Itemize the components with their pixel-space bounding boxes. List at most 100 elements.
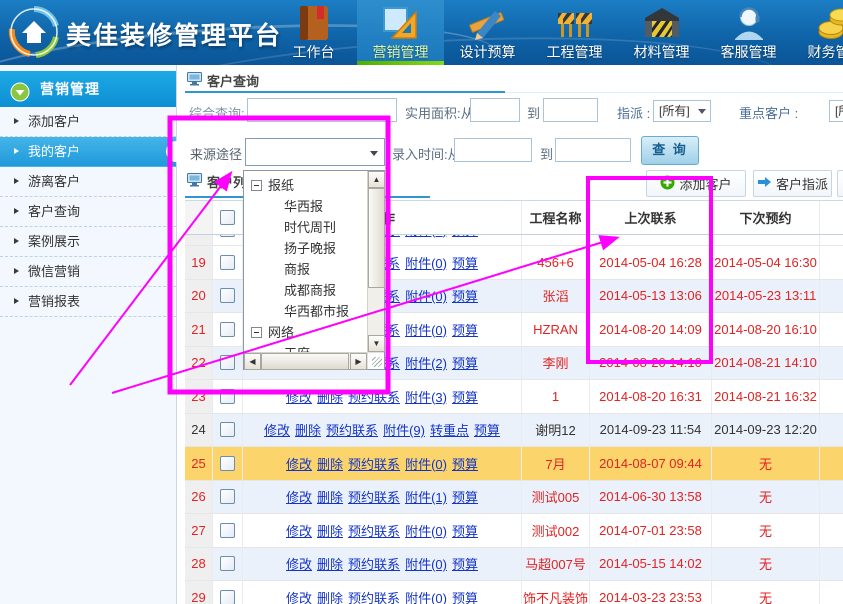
op-link-修改[interactable]: 修改	[286, 487, 312, 506]
row-checkbox[interactable]	[220, 556, 235, 571]
tree-group-网络[interactable]: 网络	[244, 322, 367, 343]
search-button[interactable]: 查 询	[641, 136, 699, 165]
sidebar-item-微信营销[interactable]: 微信营销	[0, 257, 176, 287]
add-customer-button[interactable]: 添加客户	[646, 170, 746, 197]
op-link-预算[interactable]: 预算	[452, 286, 478, 305]
op-link-预约联系[interactable]: 预约联系	[348, 588, 400, 604]
scroll-left-button[interactable]: ◀	[244, 353, 261, 370]
scroll-right-button[interactable]: ▶	[350, 353, 367, 370]
tree-item-华西报[interactable]: 华西报	[244, 196, 367, 217]
row-checkbox[interactable]	[220, 456, 235, 471]
op-link-附件(0)[interactable]: 附件(0)	[405, 253, 447, 272]
sidebar-item-案例展示[interactable]: 案例展示	[0, 227, 176, 257]
time-from-input[interactable]	[454, 138, 532, 162]
area-to-input[interactable]	[543, 98, 598, 122]
op-link-删除[interactable]: 删除	[317, 387, 343, 406]
tree-item-时代周刊[interactable]: 时代周刊	[244, 217, 367, 238]
nav-tab-材料管理[interactable]: 材料管理	[618, 0, 705, 65]
op-link-附件(2)[interactable]: 附件(2)	[405, 353, 447, 372]
op-link-预约联系[interactable]: 预约联系	[348, 554, 400, 573]
tree-item-成都商报[interactable]: 成都商报	[244, 280, 367, 301]
collapse-minus-icon[interactable]	[251, 180, 262, 191]
op-link-删除[interactable]: 删除	[317, 521, 343, 540]
vip-select[interactable]: [所有]	[829, 100, 843, 122]
op-link-预算[interactable]: 预算	[452, 454, 478, 473]
row-checkbox[interactable]	[220, 590, 235, 604]
sidebar-section-header[interactable]: 营销管理	[0, 71, 176, 107]
op-link-预算[interactable]: 预算	[452, 353, 478, 372]
nav-tab-工作台[interactable]: 工作台	[270, 0, 357, 65]
vertical-scrollbar[interactable]: ▲ ▼	[367, 171, 384, 352]
area-from-input[interactable]	[470, 98, 520, 122]
op-link-附件(0)[interactable]: 附件(0)	[405, 588, 447, 604]
nav-tab-营销管理[interactable]: 营销管理	[357, 0, 444, 65]
op-link-附件(0)[interactable]: 附件(0)	[405, 454, 447, 473]
op-link-删除[interactable]: 删除	[317, 588, 343, 604]
op-link-附件(0)[interactable]: 附件(0)	[405, 320, 447, 339]
vertical-scroll-thumb[interactable]	[368, 188, 385, 288]
row-checkbox[interactable]	[220, 523, 235, 538]
nav-tab-客服管理[interactable]: 客服管理	[705, 0, 792, 65]
row-checkbox[interactable]	[220, 235, 235, 237]
op-link-修改[interactable]: 修改	[286, 588, 312, 604]
op-link-删除[interactable]: 删除	[317, 554, 343, 573]
sidebar-item-客户查询[interactable]: 客户查询	[0, 197, 176, 227]
clipped-button[interactable]	[837, 170, 843, 197]
comprehensive-query-input[interactable]	[247, 98, 397, 122]
op-link-预算[interactable]: 预算	[452, 320, 478, 339]
op-link-预算[interactable]: 预算	[452, 521, 478, 540]
op-link-附件(0)[interactable]: 附件(0)	[405, 235, 447, 239]
op-link-预算[interactable]: 预算	[452, 487, 478, 506]
assign-select[interactable]: [所有]	[653, 100, 711, 122]
nav-tab-设计预算[interactable]: 设计预算	[444, 0, 531, 65]
op-link-预约联系[interactable]: 预约联系	[348, 487, 400, 506]
op-link-预约联系[interactable]: 预约联系	[348, 387, 400, 406]
op-link-修改[interactable]: 修改	[286, 387, 312, 406]
op-link-预算[interactable]: 预算	[452, 253, 478, 272]
tree-item-扬子晚报[interactable]: 扬子晚报	[244, 238, 367, 259]
tree-item-华西都市报[interactable]: 华西都市报	[244, 301, 367, 322]
op-link-预算[interactable]: 预算	[452, 554, 478, 573]
op-link-附件(0)[interactable]: 附件(0)	[405, 286, 447, 305]
row-checkbox[interactable]	[220, 489, 235, 504]
select-all-checkbox[interactable]	[220, 210, 235, 225]
op-link-修改[interactable]: 修改	[264, 420, 290, 439]
scroll-up-button[interactable]: ▲	[368, 171, 385, 188]
tree-item-天府[interactable]: 天府	[244, 343, 367, 352]
sidebar-item-营销报表[interactable]: 营销报表	[0, 287, 176, 317]
collapse-minus-icon[interactable]	[251, 327, 262, 338]
op-link-修改[interactable]: 修改	[286, 521, 312, 540]
op-link-预约联系[interactable]: 预约联系	[348, 454, 400, 473]
op-link-预算[interactable]: 预算	[474, 420, 500, 439]
op-link-预约联系[interactable]: 预约联系	[326, 420, 378, 439]
op-link-转重点[interactable]: 转重点	[430, 420, 469, 439]
row-checkbox[interactable]	[220, 355, 235, 370]
row-checkbox[interactable]	[220, 389, 235, 404]
resize-grip[interactable]	[367, 352, 384, 369]
op-link-附件(0)[interactable]: 附件(0)	[405, 554, 447, 573]
op-link-修改[interactable]: 修改	[286, 454, 312, 473]
op-link-附件(1)[interactable]: 附件(1)	[405, 487, 447, 506]
op-link-附件(9)[interactable]: 附件(9)	[383, 420, 425, 439]
row-checkbox[interactable]	[220, 288, 235, 303]
op-link-删除[interactable]: 删除	[295, 420, 321, 439]
op-link-预算[interactable]: 预算	[452, 588, 478, 604]
sidebar-item-我的客户[interactable]: 我的客户	[0, 137, 176, 167]
row-checkbox[interactable]	[220, 322, 235, 337]
tree-item-商报[interactable]: 商报	[244, 259, 367, 280]
op-link-删除[interactable]: 删除	[317, 487, 343, 506]
assign-customer-button[interactable]: 客户指派	[753, 170, 832, 197]
time-to-input[interactable]	[555, 138, 631, 162]
op-link-预算[interactable]: 预算	[452, 387, 478, 406]
sidebar-item-添加客户[interactable]: 添加客户	[0, 107, 176, 137]
row-checkbox[interactable]	[220, 255, 235, 270]
tree-group-报纸[interactable]: 报纸	[244, 175, 367, 196]
horizontal-scroll-thumb[interactable]	[261, 353, 349, 370]
row-checkbox[interactable]	[220, 422, 235, 437]
op-link-修改[interactable]: 修改	[286, 554, 312, 573]
op-link-附件(0)[interactable]: 附件(0)	[405, 521, 447, 540]
nav-tab-工程管理[interactable]: 工程管理	[531, 0, 618, 65]
nav-tab-财务管理[interactable]: 财务管理	[792, 0, 843, 65]
op-link-预算[interactable]: 预算	[452, 235, 478, 239]
sidebar-item-游离客户[interactable]: 游离客户	[0, 167, 176, 197]
